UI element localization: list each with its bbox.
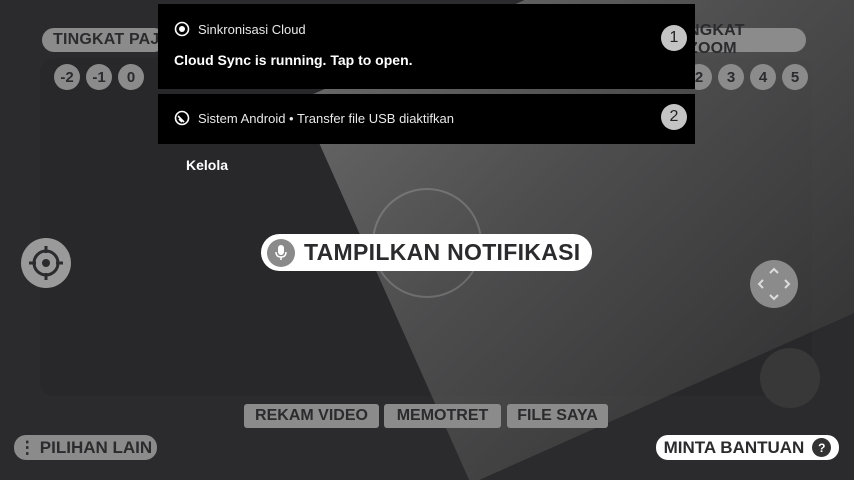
direction-pad[interactable] xyxy=(750,260,798,308)
notification-app-name: Sistem Android • Transfer file USB diakt… xyxy=(198,110,454,126)
notification-app-row: Sinkronisasi Cloud xyxy=(174,21,306,37)
notification-title: Cloud Sync is running. Tap to open. xyxy=(174,52,413,68)
brightness-level-button[interactable]: -1 xyxy=(86,64,112,90)
notification-usb-transfer[interactable]: Sistem Android • Transfer file USB diakt… xyxy=(158,94,695,144)
microphone-icon xyxy=(267,238,295,267)
more-options-button[interactable]: ⋮ PILIHAN LAIN xyxy=(14,435,157,460)
notification-app-row: Sistem Android • Transfer file USB diakt… xyxy=(174,110,454,126)
record-video-button[interactable]: REKAM VIDEO xyxy=(244,404,379,428)
preview-object xyxy=(760,348,820,408)
zoom-level-button[interactable]: 3 xyxy=(718,64,744,90)
get-help-label: MINTA BANTUAN xyxy=(663,437,805,457)
cloud-sync-icon xyxy=(174,21,190,37)
my-files-button[interactable]: FILE SAYA xyxy=(507,404,608,428)
crosshair-button[interactable] xyxy=(21,238,71,288)
direction-arrows-icon xyxy=(757,267,791,301)
crosshair-icon xyxy=(29,246,63,280)
question-icon: ? xyxy=(812,438,832,457)
notification-number-badge: 1 xyxy=(661,25,687,51)
brightness-level-label: TINGKAT PAJ xyxy=(42,28,166,52)
notification-cloud-sync[interactable]: Sinkronisasi Cloud Cloud Sync is running… xyxy=(158,4,695,89)
voice-command-banner[interactable]: TAMPILKAN NOTIFIKASI xyxy=(261,234,592,271)
zoom-level-button[interactable]: 5 xyxy=(782,64,808,90)
android-system-icon xyxy=(174,110,190,126)
notification-app-name: Sinkronisasi Cloud xyxy=(198,21,306,37)
more-options-label: PILIHAN LAIN xyxy=(39,437,153,457)
zoom-level-button[interactable]: 4 xyxy=(750,64,776,90)
brightness-level-button[interactable]: -2 xyxy=(54,64,80,90)
zoom-level-label: NGKAT ZOOM xyxy=(688,22,806,57)
notification-number-badge: 2 xyxy=(661,104,687,130)
take-photo-button[interactable]: MEMOTRET xyxy=(384,404,501,428)
more-vertical-icon: ⋮ xyxy=(18,437,36,457)
get-help-button[interactable]: MINTA BANTUAN ? xyxy=(656,435,839,460)
brightness-level-button[interactable]: 0 xyxy=(118,64,144,90)
manage-notifications-link[interactable]: Kelola xyxy=(186,157,228,173)
voice-command-text: TAMPILKAN NOTIFIKASI xyxy=(304,239,581,265)
